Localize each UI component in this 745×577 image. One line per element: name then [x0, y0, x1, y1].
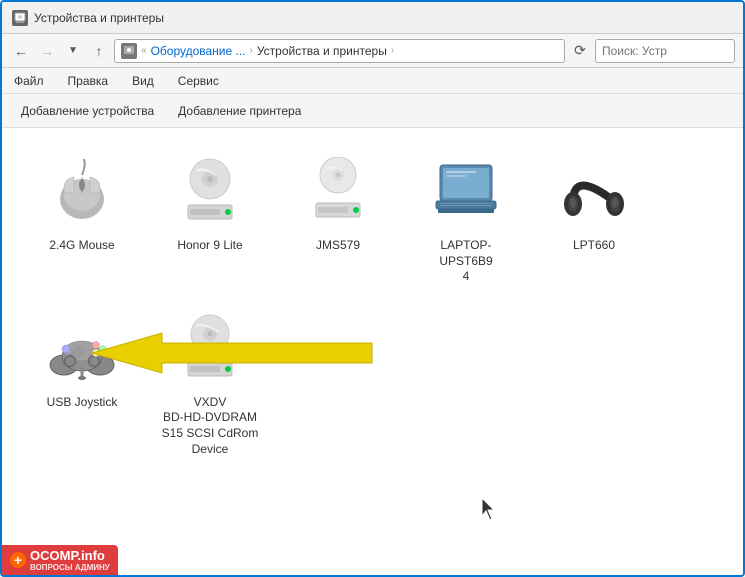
vxdv-label: VXDV BD-HD-DVDRAM S15 SCSI CdRom Device — [162, 395, 259, 457]
honor9lite-label: Honor 9 Lite — [177, 238, 242, 254]
joystick-icon — [42, 309, 122, 389]
add-printer-button[interactable]: Добавление принтера — [167, 98, 312, 124]
menu-bar: Файл Правка Вид Сервис — [2, 68, 743, 94]
device-grid: 2.4G Mouse — [22, 144, 723, 465]
main-content: 2.4G Mouse — [2, 128, 743, 575]
breadcrumb-part2: Устройства и принтеры — [257, 44, 387, 58]
vxdv-icon — [170, 309, 250, 389]
dropdown-button[interactable]: ▼ — [62, 40, 84, 62]
menu-view[interactable]: Вид — [128, 72, 158, 90]
breadcrumb-part1[interactable]: Оборудование ... — [151, 44, 246, 58]
mouse-label: 2.4G Mouse — [49, 238, 114, 254]
lpt660-icon — [554, 152, 634, 232]
honor9lite-icon — [170, 152, 250, 232]
window-frame: Устройства и принтеры ← → ▼ ↑ « Оборудов… — [0, 0, 745, 577]
up-button[interactable]: ↑ — [88, 40, 110, 62]
toolbar: Добавление устройства Добавление принтер… — [2, 94, 743, 128]
window-icon — [12, 10, 28, 26]
device-vxdv[interactable]: VXDV BD-HD-DVDRAM S15 SCSI CdRom Device — [150, 301, 270, 465]
add-device-button[interactable]: Добавление устройства — [10, 98, 165, 124]
breadcrumb-sep1: « — [141, 45, 147, 56]
device-lpt660[interactable]: LPT660 — [534, 144, 654, 262]
breadcrumb: « Оборудование ... › Устройства и принте… — [114, 39, 565, 63]
refresh-button[interactable]: ⟳ — [569, 40, 591, 62]
jms579-icon — [298, 152, 378, 232]
device-mouse[interactable]: 2.4G Mouse — [22, 144, 142, 262]
title-bar: Устройства и принтеры — [2, 2, 743, 34]
cursor — [482, 498, 498, 525]
watermark-plus-icon: + — [10, 552, 26, 568]
watermark: + OCOMP.info ВОПРОСЫ АДМИНУ — [2, 545, 118, 575]
laptop-icon — [426, 152, 506, 232]
menu-file[interactable]: Файл — [10, 72, 48, 90]
watermark-site: OCOMP.info — [30, 548, 110, 563]
search-input[interactable] — [595, 39, 735, 63]
address-bar: ← → ▼ ↑ « Оборудование ... › Устройства … — [2, 34, 743, 68]
forward-button[interactable]: → — [36, 40, 58, 62]
jms579-label: JMS579 — [316, 238, 360, 254]
back-button[interactable]: ← — [10, 40, 32, 62]
lpt660-label: LPT660 — [573, 238, 615, 254]
device-laptop[interactable]: LAPTOP-UPST6B9 4 — [406, 144, 526, 293]
breadcrumb-icon — [121, 43, 137, 59]
menu-edit[interactable]: Правка — [64, 72, 113, 90]
joystick-label: USB Joystick — [47, 395, 118, 411]
device-jms579[interactable]: JMS579 — [278, 144, 398, 262]
breadcrumb-sep2: › — [250, 45, 253, 56]
laptop-label: LAPTOP-UPST6B9 4 — [414, 238, 518, 285]
mouse-icon — [42, 152, 122, 232]
window-title: Устройства и принтеры — [34, 11, 164, 25]
breadcrumb-sep3: › — [391, 45, 394, 56]
menu-service[interactable]: Сервис — [174, 72, 223, 90]
device-joystick[interactable]: USB Joystick — [22, 301, 142, 419]
watermark-subtitle: ВОПРОСЫ АДМИНУ — [30, 563, 110, 572]
device-honor9lite[interactable]: Honor 9 Lite — [150, 144, 270, 262]
